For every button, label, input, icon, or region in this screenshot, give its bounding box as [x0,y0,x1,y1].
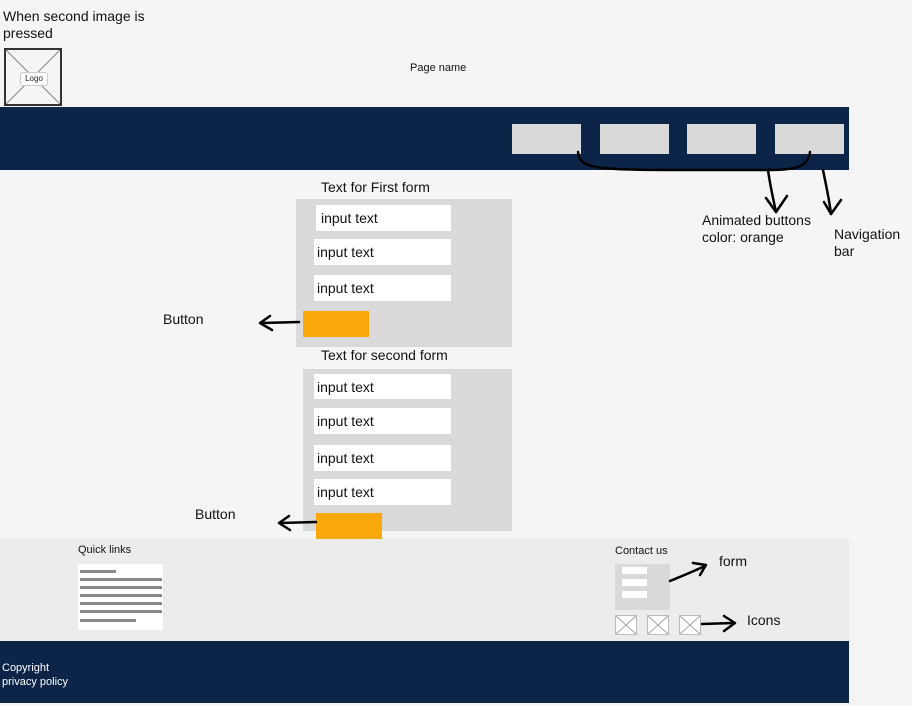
social-icon-3[interactable] [679,615,701,635]
animated-buttons-annotation: Animated buttons color: orange [702,212,811,245]
first-form-input-1[interactable]: input text [316,205,451,231]
image-placeholder-icon [680,616,700,634]
first-form-input-3[interactable]: input text [314,275,451,301]
screen-title: When second image is pressed [3,8,145,41]
quick-link-2[interactable] [80,578,162,581]
arrow-head [277,514,292,532]
second-form-input-4[interactable]: input text [314,479,451,505]
page-name: Page name [410,62,467,74]
arrow-head [764,194,789,214]
quick-link-4[interactable] [80,594,162,597]
privacy-policy-link[interactable]: privacy policy [2,675,68,689]
second-form-submit-button[interactable] [316,513,382,539]
quick-link-6[interactable] [80,610,162,613]
nav-button-3[interactable] [687,124,756,154]
footer-legal: Copyright privacy policy [2,661,68,689]
social-icon-2[interactable] [647,615,669,635]
contact-form-field-2[interactable] [622,579,647,586]
contact-form-field-1[interactable] [622,567,647,574]
first-form-title: Text for First form [321,179,430,195]
image-placeholder-icon [648,616,668,634]
contact-form-field-3[interactable] [622,591,647,598]
nav-button-1[interactable] [512,124,581,154]
navigation-bar [0,107,849,170]
first-form-submit-button[interactable] [303,311,369,337]
icons-annotation: Icons [747,612,781,628]
arrow-button-1 [260,320,301,325]
form-annotation: form [719,553,747,569]
copyright-link[interactable]: Copyright [2,661,68,675]
navigation-bar-annotation: Navigation bar [834,226,901,259]
contact-form [615,564,670,610]
logo-label: Logo [20,72,48,86]
second-form-title: Text for second form [321,347,448,363]
arrow-head [822,198,843,216]
button-annotation-2: Button [195,506,236,522]
quick-links-heading: Quick links [78,544,132,556]
quick-link-7[interactable] [80,619,136,622]
quick-link-3[interactable] [80,586,162,589]
image-placeholder-icon [616,616,636,634]
arrow-head [258,314,274,332]
quick-link-1[interactable] [80,570,116,573]
first-form-input-2[interactable]: input text [314,239,451,265]
nav-button-4[interactable] [775,124,844,154]
second-form-input-1[interactable]: input text [314,374,451,399]
nav-button-2[interactable] [600,124,669,154]
arrow-navigation-bar [821,168,833,216]
footer-copyright-bar [0,641,849,703]
arrow-animated-buttons [766,168,778,214]
second-form-input-3[interactable]: input text [314,445,451,471]
second-form-input-2[interactable]: input text [314,408,451,434]
contact-us-heading: Contact us [615,545,668,557]
quick-links-list [78,564,163,630]
social-icon-1[interactable] [615,615,637,635]
quick-link-5[interactable] [80,602,162,605]
logo[interactable]: Logo [4,48,62,106]
button-annotation-1: Button [163,311,204,327]
